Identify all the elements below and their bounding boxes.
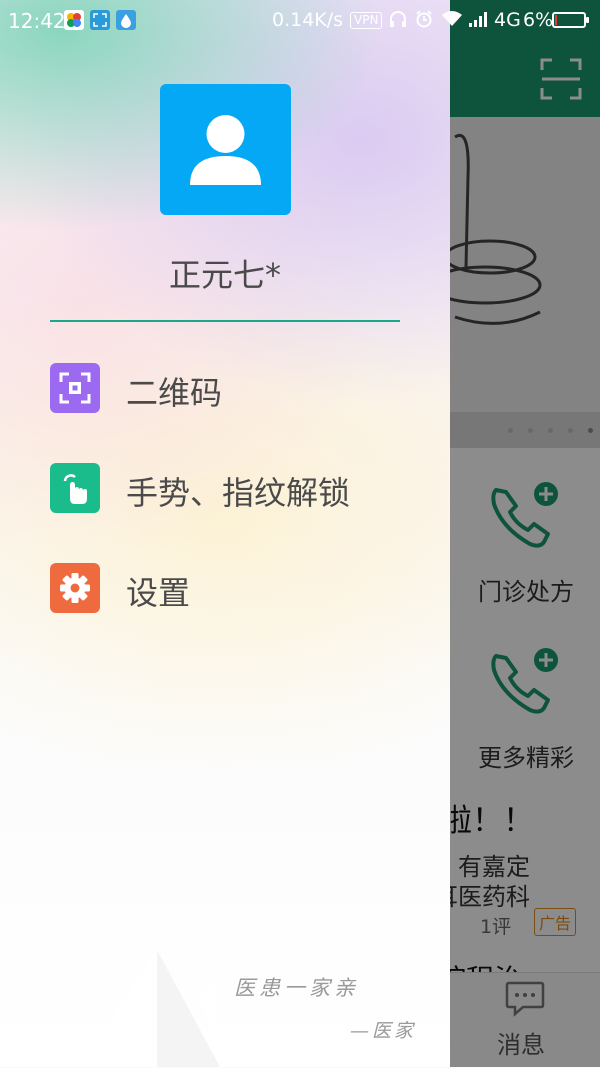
status-time: 12:42: [8, 9, 66, 33]
vpn-badge: VPN: [350, 12, 383, 29]
menu-item-qrcode[interactable]: 二维码: [50, 363, 410, 413]
menu-label-unlock: 手势、指纹解锁: [126, 474, 351, 512]
menu-item-unlock[interactable]: 手势、指纹解锁: [50, 463, 410, 513]
user-icon: [190, 115, 261, 185]
user-name[interactable]: 正元七*: [0, 250, 450, 296]
menu-label-qrcode: 二维码: [126, 374, 223, 412]
alarm-icon: [414, 9, 434, 34]
navigation-drawer: 正元七* 二维码 手势、指纹解锁 设置 医患一家亲 —医家: [0, 0, 450, 1067]
qr-scan-icon: [50, 363, 100, 413]
gesture-touch-icon: [50, 463, 100, 513]
mountain-decoration: [80, 950, 220, 1067]
slogan-signature: —医家: [350, 1020, 417, 1042]
status-bar: 12:42 0.14K/s VPN 4G 6%: [0, 0, 600, 42]
photos-app-icon: [64, 10, 84, 30]
signal-icon: [468, 9, 490, 34]
wifi-icon: [441, 9, 463, 34]
avatar[interactable]: [160, 84, 291, 215]
divider: [50, 320, 400, 322]
battery-level: [555, 15, 557, 25]
status-network-type: 4G: [494, 9, 521, 31]
scanner-app-icon: [90, 10, 110, 30]
gear-icon: [50, 563, 100, 613]
slogan: 医患一家亲: [234, 976, 359, 1000]
battery-icon: [552, 12, 589, 28]
water-app-icon: [116, 10, 136, 30]
status-battery-percent: 6%: [523, 9, 554, 31]
status-net-speed: 0.14K/s: [272, 9, 344, 31]
menu-item-settings[interactable]: 设置: [50, 563, 410, 613]
headphones-icon: [388, 9, 408, 34]
menu-label-settings: 设置: [126, 574, 191, 612]
